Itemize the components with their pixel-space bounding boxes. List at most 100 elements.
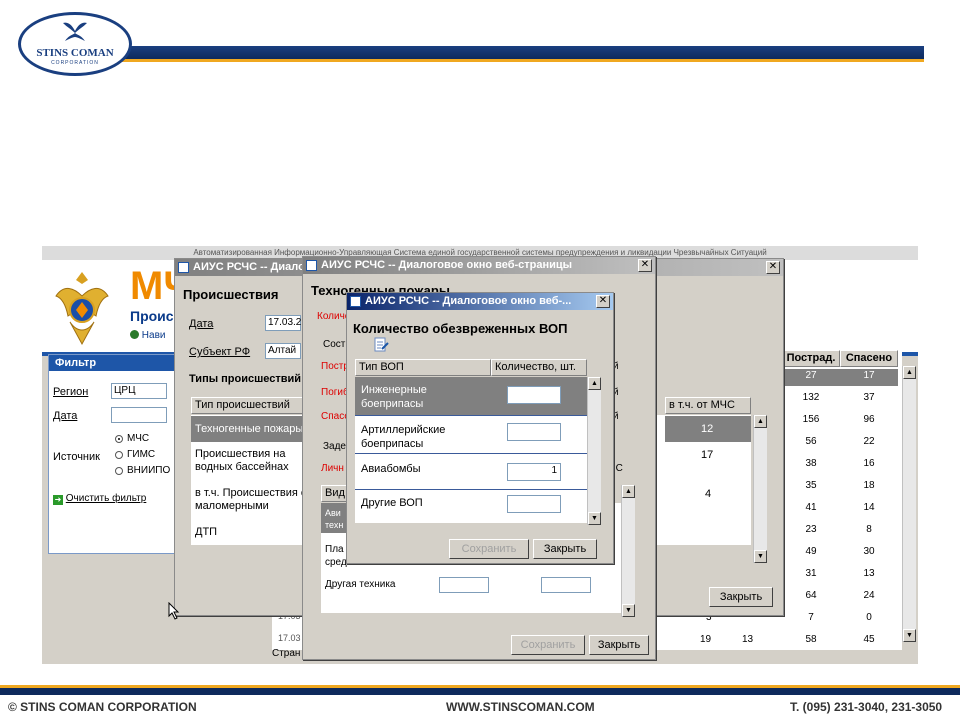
uxo-count-input[interactable] (507, 423, 561, 441)
grid-cell-rescued: 24 (863, 590, 875, 601)
dialog-fires-scrollbar[interactable]: ▲ ▼ (621, 485, 635, 617)
list-item-label: ДТП (195, 526, 218, 538)
grid-header-injured: Пострад. (782, 350, 840, 367)
grid-cell-injured: 156 (802, 414, 820, 425)
col-uxo-count: Количество, шт. (491, 359, 587, 376)
uxo-heading: Количество обезвреженных ВОП (353, 321, 568, 336)
list-item-label: Артиллерийские боеприпасы (361, 424, 446, 450)
close-icon[interactable]: ✕ (596, 295, 610, 308)
grid-cell-injured: 31 (805, 568, 817, 579)
nav-link[interactable]: Нави (130, 330, 165, 341)
list-item-label: Инженерные боеприпасы (361, 384, 427, 410)
list-item-mchs: 17 (701, 449, 714, 461)
other-equipment-input-2[interactable] (541, 577, 591, 593)
footer-phone: T. (095) 231-3040, 231-3050 (790, 700, 943, 714)
row-divider (355, 415, 587, 416)
footer-company: © STINS COMAN CORPORATION (8, 700, 197, 714)
header-stripe (110, 32, 924, 62)
label-personnel: Личн (321, 463, 344, 474)
filter-panel: Фильтр Регион ЦРЦ Дата Источник МЧС ГИМС… (48, 354, 184, 554)
logo-emblem-icon (63, 22, 87, 41)
row-divider (355, 453, 587, 454)
dialog-fires-titlebar: АИУС РСЧС -- Диалоговое окно веб-страниц… (303, 257, 655, 274)
source-mchs-label: МЧС (127, 433, 150, 444)
date-label: Дата (53, 410, 78, 422)
grid-cell-injured: 58 (805, 634, 817, 645)
grid-cell-rescued: 8 (866, 524, 872, 535)
col-type: Тип происшествий (191, 397, 303, 414)
incidents-heading: Происшествия (183, 287, 279, 302)
close-button[interactable]: Закрыть (709, 587, 773, 607)
close-icon[interactable]: ✕ (766, 261, 780, 274)
scroll-down-icon[interactable]: ▼ (588, 512, 601, 525)
scroll-up-icon[interactable]: ▲ (622, 485, 635, 498)
company-logo: STINS COMAN CORPORATION (18, 12, 132, 76)
save-button[interactable]: Сохранить (511, 635, 585, 655)
close-button[interactable]: Закрыть (589, 635, 649, 655)
col-mchs: в т.ч. от МЧС (665, 397, 751, 414)
app-screenshot: Автоматизированная Информационно-Управля… (42, 246, 918, 664)
subject-label: Субъект РФ (189, 346, 251, 358)
grid-cell-injured: 132 (802, 392, 820, 403)
uxo-count-input[interactable] (507, 495, 561, 513)
ie-icon (350, 296, 361, 307)
grid-cell-rescued: 18 (863, 480, 875, 491)
date-label: Дата (189, 318, 214, 330)
grid-cell-rescued: 14 (863, 502, 875, 513)
clear-filter-link[interactable]: ➜ Очистить фильтр (53, 493, 146, 505)
grid-cell-injured: 56 (805, 436, 817, 447)
footer-website: WWW.STINSCOMAN.COM (446, 700, 595, 714)
section-involved: Заде (323, 441, 346, 452)
grid-cell-rescued: 45 (863, 634, 875, 645)
scroll-down-icon[interactable]: ▼ (622, 604, 635, 617)
mouse-cursor-icon (168, 602, 180, 620)
grid-cell-rescued: 0 (866, 612, 872, 623)
list-item-mchs: 4 (705, 488, 712, 500)
scroll-down-icon[interactable]: ▼ (903, 629, 916, 642)
grid-header-rescued: Спасено (840, 350, 898, 367)
region-select[interactable]: ЦРЦ (111, 383, 167, 399)
scroll-down-icon[interactable]: ▼ (754, 550, 767, 563)
dialog-uxo-scrollbar[interactable]: ▲ ▼ (587, 377, 601, 525)
date-input[interactable]: 17.03.2 (265, 315, 301, 331)
grid-cell-rescued: 16 (863, 458, 875, 469)
row-divider (355, 489, 587, 490)
list-item-label: Происшествия на водных бассейнах (195, 448, 289, 473)
source-vniipo-label: ВНИИПО (127, 465, 171, 476)
save-button[interactable]: Сохранить (449, 539, 529, 559)
scroll-up-icon[interactable]: ▲ (588, 377, 601, 390)
arrow-right-icon: ➜ (53, 495, 63, 505)
grid-cell-rescued: 22 (863, 436, 875, 447)
scroll-up-icon[interactable]: ▲ (754, 415, 767, 428)
grid-cell-injured: 35 (805, 480, 817, 491)
uxo-count-input[interactable]: 1 (507, 463, 561, 481)
close-icon[interactable]: ✕ (638, 259, 652, 272)
grid-cell-injured: 7 (808, 612, 814, 623)
logo-text: STINS COMAN (36, 47, 114, 59)
grid-bottom-date-2: 17.03 (278, 633, 301, 643)
close-button[interactable]: Закрыть (533, 539, 597, 559)
status-text: Стран (272, 648, 301, 659)
date-input[interactable] (111, 407, 167, 423)
list-item-label: Техногенные пожары (195, 423, 303, 435)
source-radio-vniipo[interactable] (115, 467, 123, 475)
grid-scrollbar[interactable]: ▲ ▼ (902, 366, 916, 642)
grid-cell-rescued: 37 (863, 392, 875, 403)
logo-subtext: CORPORATION (51, 60, 99, 66)
grid-cell-rescued: 17 (863, 370, 875, 381)
label-injured: Постр (321, 361, 349, 372)
types-heading: Типы происшествий (189, 373, 301, 385)
scroll-up-icon[interactable]: ▲ (903, 366, 916, 379)
region-label: Регион (53, 386, 89, 398)
uxo-count-input[interactable] (507, 386, 561, 404)
dialog-incidents-scrollbar[interactable]: ▲ ▼ (753, 415, 767, 563)
list-item-mchs: 12 (701, 423, 714, 435)
ie-icon (306, 260, 317, 271)
source-radio-mchs[interactable] (115, 435, 123, 443)
document-edit-icon[interactable] (373, 337, 389, 353)
subject-select[interactable]: Алтай (265, 343, 301, 359)
list-item-label: в т.ч. Происшествия с маломерными судами (195, 487, 306, 512)
other-equipment-input-1[interactable] (439, 577, 489, 593)
source-radio-gims[interactable] (115, 451, 123, 459)
section-state: Сост (323, 339, 346, 350)
